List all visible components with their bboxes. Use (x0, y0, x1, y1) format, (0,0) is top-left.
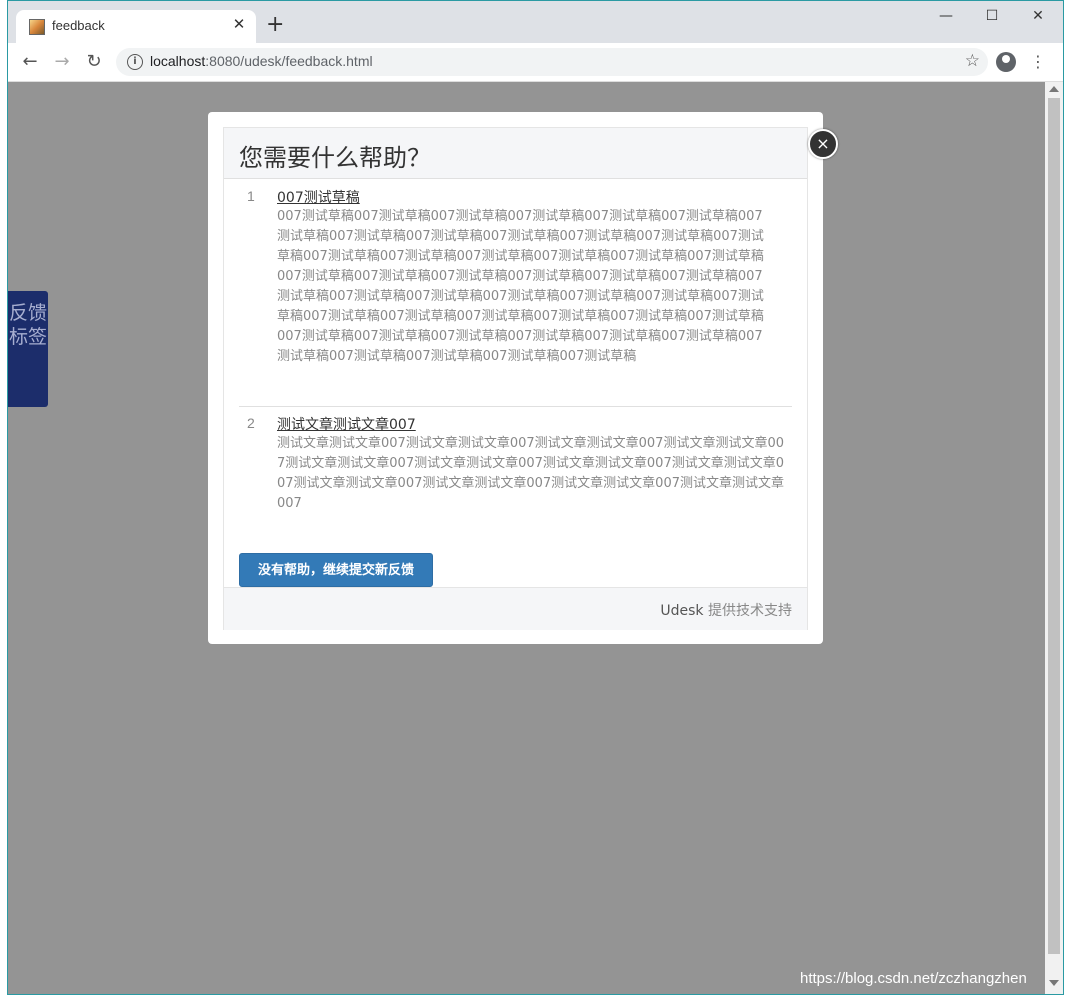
new-tab-button[interactable]: + (266, 14, 284, 36)
help-modal: × 您需要什么帮助？ 1 007测试草稿 007测试草稿007测试草稿007测试… (208, 112, 838, 644)
scroll-thumb[interactable] (1048, 98, 1060, 954)
address-bar[interactable]: i localhost:8080/udesk/feedback.html ☆ (116, 48, 988, 76)
profile-avatar-icon[interactable] (996, 52, 1016, 72)
list-item: 1 007测试草稿 007测试草稿007测试草稿007测试草稿007测试草稿00… (239, 178, 791, 404)
browser-window: feedback ✕ + — ☐ ✕ ← → ↻ i localhost:808… (7, 0, 1064, 995)
back-arrow-icon[interactable]: ← (18, 50, 42, 74)
panel-heading: 您需要什么帮助？ (224, 128, 807, 179)
list-item: 2 测试文章测试文章007 测试文章测试文章007测试文章测试文章007测试文章… (239, 405, 791, 535)
feedback-side-tab[interactable]: 反馈标签 (8, 291, 48, 407)
vertical-scrollbar[interactable] (1045, 82, 1063, 994)
window-close-button[interactable]: ✕ (1018, 5, 1058, 27)
bookmark-star-icon[interactable]: ☆ (965, 51, 980, 71)
scroll-up-icon[interactable] (1049, 86, 1059, 92)
article-link[interactable]: 007测试草稿 (277, 187, 360, 207)
page-viewport: 反馈标签 × 您需要什么帮助？ 1 007测试草稿 007测试草稿007测试草稿… (8, 82, 1045, 994)
kebab-menu-icon[interactable]: ⋮ (1030, 50, 1046, 74)
watermark: https://blog.csdn.net/zczhangzhen (800, 970, 1027, 987)
browser-tab[interactable]: feedback ✕ (16, 10, 256, 43)
help-panel: 您需要什么帮助？ 1 007测试草稿 007测试草稿007测试草稿007测试草稿… (223, 127, 808, 630)
forward-arrow-icon[interactable]: → (50, 50, 74, 74)
favicon-icon (29, 19, 45, 35)
close-icon[interactable]: × (808, 129, 838, 159)
panel-title: 您需要什么帮助？ (239, 144, 431, 172)
site-info-icon[interactable]: i (127, 54, 143, 70)
maximize-button[interactable]: ☐ (972, 5, 1012, 27)
tab-close-icon[interactable]: ✕ (230, 15, 248, 33)
reload-icon[interactable]: ↻ (82, 50, 106, 74)
minimize-button[interactable]: — (926, 5, 966, 27)
article-excerpt: 007测试草稿007测试草稿007测试草稿007测试草稿007测试草稿007测试… (277, 209, 764, 364)
article-excerpt: 测试文章测试文章007测试文章测试文章007测试文章测试文章007测试文章测试文… (277, 436, 784, 511)
url-text[interactable]: localhost:8080/udesk/feedback.html (150, 53, 373, 69)
submit-feedback-button[interactable]: 没有帮助，继续提交新反馈 (239, 553, 433, 587)
powered-by-text: Udesk 提供技术支持 (660, 603, 792, 619)
tab-strip: feedback ✕ + — ☐ ✕ (8, 1, 1063, 43)
article-number: 1 (247, 188, 255, 204)
article-link[interactable]: 测试文章测试文章007 (277, 414, 416, 434)
article-number: 2 (247, 415, 255, 431)
tab-title: feedback (52, 18, 105, 33)
browser-toolbar: ← → ↻ i localhost:8080/udesk/feedback.ht… (8, 43, 1063, 82)
panel-footer: Udesk 提供技术支持 (224, 587, 807, 630)
scroll-down-icon[interactable] (1049, 980, 1059, 986)
